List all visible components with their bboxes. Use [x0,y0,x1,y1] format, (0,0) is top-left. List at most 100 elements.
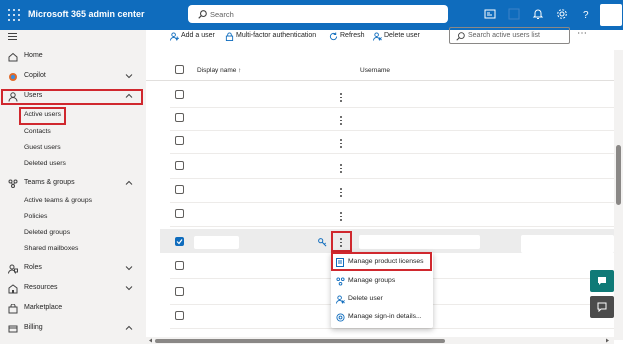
help-icon[interactable]: ? [580,8,592,20]
row-checkbox[interactable] [175,113,184,122]
sidebar-item-marketplace[interactable]: Marketplace [0,301,146,317]
sidebar-item-shared-mailboxes[interactable]: Shared mailboxes [24,245,78,252]
sidebar-item-billing[interactable]: Billing [0,321,146,337]
feedback-button[interactable] [590,296,614,318]
copilot-chat-button[interactable] [590,270,614,292]
roles-icon [8,264,18,274]
top-search-input[interactable]: Search [188,5,448,23]
manage-licenses-highlight [331,252,432,271]
search-icon [456,32,465,41]
top-search-placeholder: Search [210,10,234,19]
lock-icon [225,32,234,41]
mfa-label: Multi-factor authentication [236,32,317,39]
row-checkbox[interactable] [175,161,184,170]
table-row[interactable] [160,179,610,201]
users-highlight [1,89,143,105]
row-checkbox[interactable] [175,311,184,320]
gear-icon[interactable] [556,8,568,20]
chevron-up-icon [125,325,133,330]
sidebar-item-resources[interactable]: Resources [0,281,146,297]
sidebar-item-policies[interactable]: Policies [24,213,47,220]
sidebar-item-label: Teams & groups [24,179,75,186]
sidebar-item-label: Home [24,52,43,59]
row-checkbox[interactable] [175,287,184,296]
table-row[interactable] [160,84,610,106]
row-checkbox[interactable] [175,261,184,270]
row-checkbox[interactable] [175,209,184,218]
more-actions-button[interactable] [339,92,343,102]
users-search-placeholder: Search active users list [468,32,540,39]
sidebar-item-guest-users[interactable]: Guest users [24,144,61,151]
blank-icon[interactable] [508,8,520,20]
chevron-down-icon [125,74,133,79]
refresh-label: Refresh [340,32,365,39]
avatar[interactable] [600,4,622,26]
sidebar-item-label: Billing [24,324,43,331]
row-divider [170,153,623,154]
delete-user-icon [336,295,345,304]
table-row[interactable] [160,130,610,152]
delete-user-icon [373,32,382,41]
more-options-button[interactable]: ⋯ [577,28,588,39]
sidebar-item-active-teams[interactable]: Active teams & groups [24,197,92,204]
app-title[interactable]: Microsoft 365 admin center [28,9,145,19]
more-actions-button[interactable] [339,163,343,173]
delete-user-label: Delete user [384,32,420,39]
row-checkbox-checked[interactable] [175,237,184,246]
sidebar-item-contacts[interactable]: Contacts [24,128,51,135]
menu-item-label: Delete user [348,295,383,302]
more-actions-button[interactable] [339,115,343,125]
row-checkbox[interactable] [175,90,184,99]
bell-icon[interactable] [532,8,544,20]
sidebar-item-copilot[interactable]: Copilot [0,69,146,85]
table-row[interactable] [160,107,610,129]
dashboard-icon[interactable] [484,8,496,20]
sidebar-item-deleted-users[interactable]: Deleted users [24,160,66,167]
row-checkbox[interactable] [175,136,184,145]
row-checkbox[interactable] [175,185,184,194]
more-actions-button[interactable] [339,187,343,197]
menu-item-manage-groups[interactable]: Manage groups [331,273,433,290]
menu-item-delete-user[interactable]: Delete user [331,291,433,308]
scroll-right-icon[interactable] [605,338,610,343]
more-actions-button[interactable] [339,138,343,148]
add-user-icon [170,32,179,41]
sidebar-item-deleted-groups[interactable]: Deleted groups [24,229,70,236]
more-actions-button[interactable] [339,211,343,221]
scroll-left-icon[interactable] [148,338,153,343]
marketplace-icon [8,304,18,314]
vertical-scroll-thumb[interactable] [616,145,621,205]
copilot-icon [9,73,17,81]
teams-groups-icon [8,179,18,188]
select-all-checkbox[interactable] [175,65,184,74]
more-actions-highlight [331,231,352,252]
column-username[interactable]: Username [360,67,390,74]
menu-item-manage-sign-in[interactable]: Manage sign-in details... [331,309,433,326]
horizontal-scroll-thumb[interactable] [155,339,445,343]
menu-item-label: Manage groups [348,277,396,284]
row-divider [170,226,623,227]
active-users-highlight [19,107,66,125]
chevron-down-icon [125,286,133,291]
groups-icon [336,277,345,286]
search-icon [198,10,207,19]
users-search-input[interactable]: Search active users list [449,27,570,44]
top-bar: Microsoft 365 admin center Search ? [0,0,623,30]
column-display-name[interactable]: Display name ↑ [197,67,241,74]
menu-item-label: Manage sign-in details... [348,313,422,320]
username-cell [359,235,480,249]
app-launcher-icon[interactable] [8,9,20,21]
table-row[interactable] [160,155,610,177]
display-name-cell [194,236,239,249]
hamburger-icon[interactable] [8,33,17,40]
sidebar-item-teams-groups[interactable]: Teams & groups [0,176,146,192]
table-row[interactable] [160,203,610,225]
home-icon [8,52,18,62]
billing-icon [8,325,18,333]
svg-text:?: ? [583,10,589,20]
sidebar-item-home[interactable]: Home [0,49,146,65]
message-icon [597,302,607,312]
chat-bubble-icon [598,277,606,285]
key-icon[interactable] [318,238,327,247]
sidebar-item-roles[interactable]: Roles [0,261,146,277]
